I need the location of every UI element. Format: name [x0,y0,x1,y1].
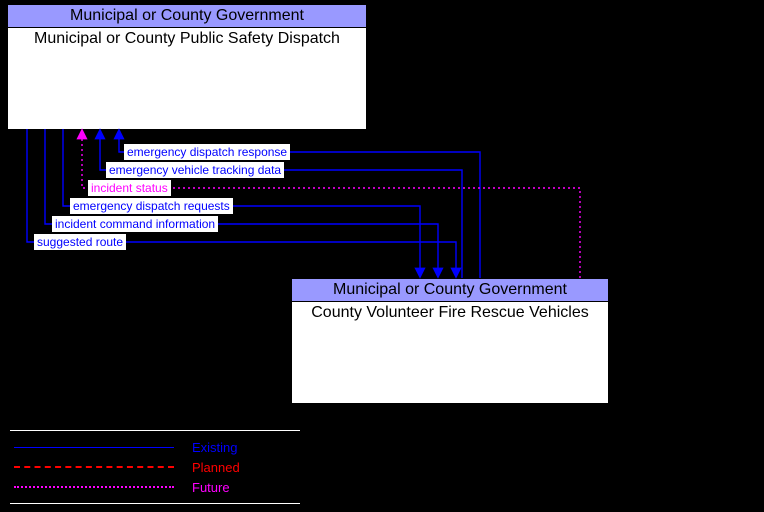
node-fire-rescue-vehicles[interactable]: Municipal or County Government County Vo… [291,278,609,404]
legend-label: Future [192,480,230,495]
legend-row-existing: Existing [10,437,300,457]
legend-label: Existing [192,440,238,455]
flow-incident-status[interactable]: incident status [88,180,171,196]
legend: Existing Planned Future [10,430,300,504]
flow-emergency-vehicle-tracking-data[interactable]: emergency vehicle tracking data [106,162,284,178]
node-title: County Volunteer Fire Rescue Vehicles [292,302,608,324]
flow-suggested-route[interactable]: suggested route [34,234,126,250]
flow-emergency-dispatch-requests[interactable]: emergency dispatch requests [70,198,233,214]
legend-line-planned-icon [14,466,174,468]
flow-incident-command-information[interactable]: incident command information [52,216,218,232]
legend-line-existing-icon [14,447,174,448]
node-header: Municipal or County Government [292,279,608,302]
legend-label: Planned [192,460,240,475]
legend-row-planned: Planned [10,457,300,477]
node-title: Municipal or County Public Safety Dispat… [8,28,366,50]
node-public-safety-dispatch[interactable]: Municipal or County Government Municipal… [7,4,367,130]
legend-row-future: Future [10,477,300,497]
legend-line-future-icon [14,486,174,488]
flow-emergency-dispatch-response[interactable]: emergency dispatch response [124,144,290,160]
node-header: Municipal or County Government [8,5,366,28]
